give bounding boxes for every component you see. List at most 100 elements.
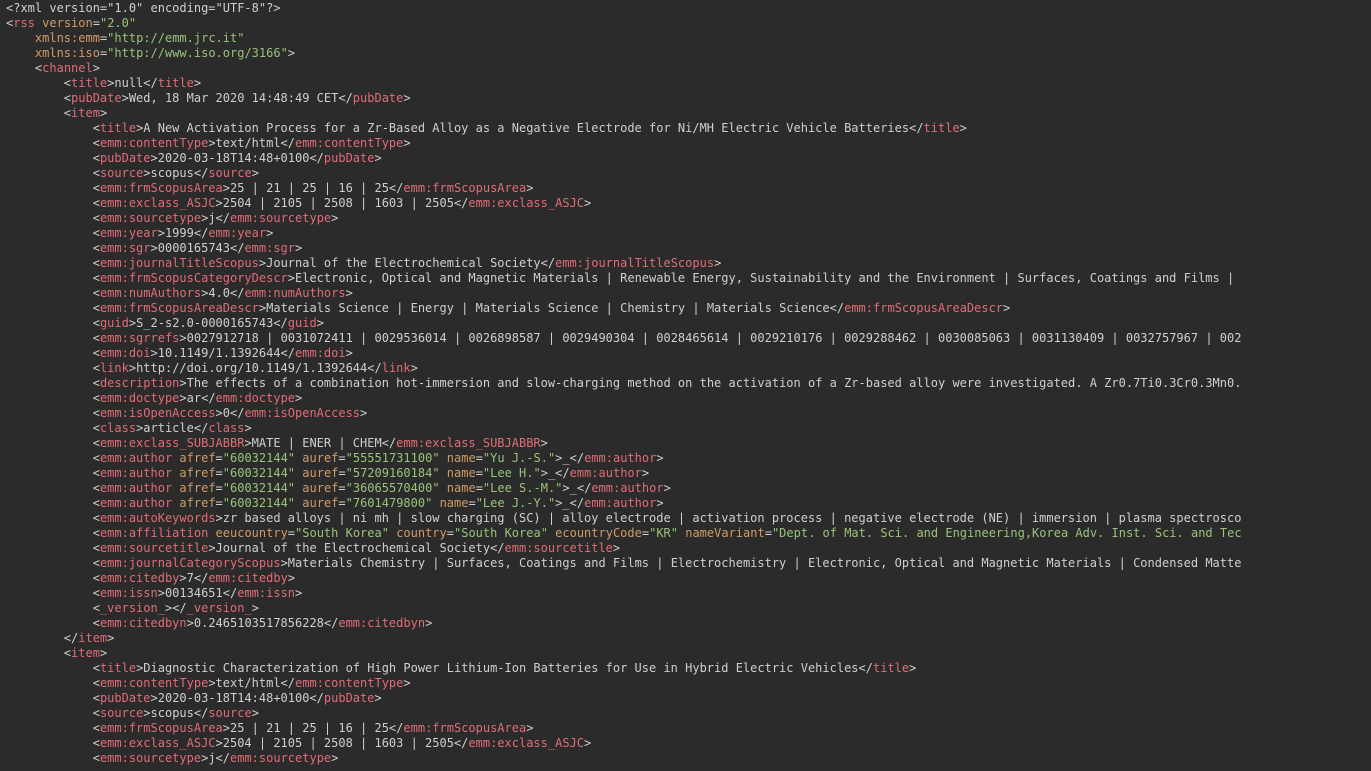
xml-text: <	[92, 301, 100, 315]
xml-text: >_</	[555, 496, 585, 510]
xml-tag-name: emm:exclass_ASJC	[468, 736, 584, 750]
xml-tag-name: guid	[287, 316, 317, 330]
xml-text: <	[92, 556, 100, 570]
xml-tag-name: emm:issn	[237, 586, 296, 600]
xml-tag-name: pubDate	[99, 151, 151, 165]
xml-text: <?xml version="1.0" encoding="UTF-8"?>	[6, 1, 281, 15]
xml-text	[440, 466, 447, 480]
xml-tag-name: emm:journalTitleScopus	[555, 256, 715, 270]
xml-attribute-name: eeucountry	[215, 526, 288, 540]
xml-attribute-value: "Dept. of Mat. Sci. and Engineering,Kore…	[771, 526, 1242, 540]
code-line: <source>scopus</source>	[0, 166, 1371, 181]
xml-text: >7</	[179, 571, 209, 585]
xml-attribute-name: ecountryCode	[555, 526, 642, 540]
xml-tag-name: emm:year	[99, 226, 158, 240]
xml-text: >	[287, 571, 296, 585]
xml-tag-name: emm:frmScopusAreaDescr	[99, 301, 259, 315]
xml-text: >	[345, 346, 353, 360]
xml-text: >_</	[562, 481, 592, 495]
xml-text: >	[99, 106, 108, 120]
xml-tag-name: emm:sourcetype	[230, 751, 332, 765]
xml-text: =	[215, 466, 223, 480]
xml-text: =	[287, 526, 296, 540]
xml-attribute-value: "36065570400"	[345, 481, 440, 495]
xml-tag-name: guid	[99, 316, 129, 330]
xml-text: >25 | 21 | 25 | 16 | 25</	[222, 181, 404, 195]
code-line: <emm:sgr>0000165743</emm:sgr>	[0, 241, 1371, 256]
xml-text: <	[92, 496, 100, 510]
code-line: <emm:frmScopusArea>25 | 21 | 25 | 16 | 2…	[0, 721, 1371, 736]
code-line: <emm:sourcetype>j</emm:sourcetype>	[0, 211, 1371, 226]
code-line: <emm:doctype>ar</emm:doctype>	[0, 391, 1371, 406]
xml-tag-name: item	[71, 106, 100, 120]
xml-text: >	[1003, 301, 1011, 315]
xml-text: <	[92, 346, 100, 360]
xml-tag-name: emm:sourcetype	[99, 751, 202, 765]
xml-text: >	[410, 361, 418, 375]
code-line: <pubDate>2020-03-18T14:48+0100</pubDate>	[0, 691, 1371, 706]
xml-attribute-value: "http://emm.jrc.it"	[107, 31, 245, 45]
xml-tag-name: emm:numAuthors	[99, 286, 202, 300]
xml-text: >	[251, 706, 259, 720]
xml-tag-name: pubDate	[323, 691, 375, 705]
xml-tag-name: emm:author	[584, 496, 657, 510]
xml-text: >_</	[540, 466, 570, 480]
xml-text: =	[338, 481, 346, 495]
code-line: <emm:numAuthors>4.0</emm:numAuthors>	[0, 286, 1371, 301]
xml-text: <	[92, 121, 100, 135]
xml-tag-name: emm:journalTitleScopus	[99, 256, 259, 270]
xml-text: <	[92, 451, 100, 465]
xml-text: <	[92, 751, 100, 765]
xml-tag-name: emm:citedby	[208, 571, 288, 585]
xml-tag-name: pubDate	[71, 91, 122, 105]
xml-attribute-name: xmlns:emm	[34, 31, 100, 45]
xml-text: >10.1149/1.1392644</	[150, 346, 296, 360]
xml-text: >00134651</	[157, 586, 238, 600]
code-line: <emm:frmScopusAreaDescr>Materials Scienc…	[0, 301, 1371, 316]
xml-tag-name: _version_	[186, 601, 252, 615]
xml-text: <	[92, 511, 100, 525]
xml-text: <	[92, 166, 100, 180]
xml-attribute-name: auref	[302, 451, 339, 465]
xml-text: <	[92, 421, 100, 435]
xml-tag-name: source	[99, 706, 144, 720]
xml-tag-name: emm:exclass_SUBJABBR	[99, 436, 245, 450]
xml-attribute-name: afref	[179, 466, 216, 480]
xml-attribute-name: xmlns:iso	[34, 46, 100, 60]
xml-text: <	[92, 601, 100, 615]
xml-text: >	[251, 166, 259, 180]
xml-tag-name: emm:citedby	[99, 571, 180, 585]
xml-text: >	[714, 256, 722, 270]
code-line: <link>http://doi.org/10.1149/1.1392644</…	[0, 361, 1371, 376]
xml-tag-name: emm:sgr	[99, 241, 151, 255]
xml-tag-name: source	[208, 706, 252, 720]
xml-tag-name: emm:exclass_ASJC	[468, 196, 584, 210]
xml-text: =	[338, 466, 346, 480]
code-line: <emm:year>1999</emm:year>	[0, 226, 1371, 241]
xml-text: <	[92, 271, 100, 285]
xml-text: <	[63, 76, 72, 90]
xml-tag-name: emm:frmScopusCategoryDescr	[99, 271, 288, 285]
xml-text: =	[641, 526, 650, 540]
xml-text: >scopus</	[143, 166, 209, 180]
code-line: <emm:citedby>7</emm:citedby>	[0, 571, 1371, 586]
xml-text: >ar</	[179, 391, 216, 405]
xml-attribute-value: "60032144"	[222, 481, 296, 495]
xml-text: >	[584, 196, 592, 210]
